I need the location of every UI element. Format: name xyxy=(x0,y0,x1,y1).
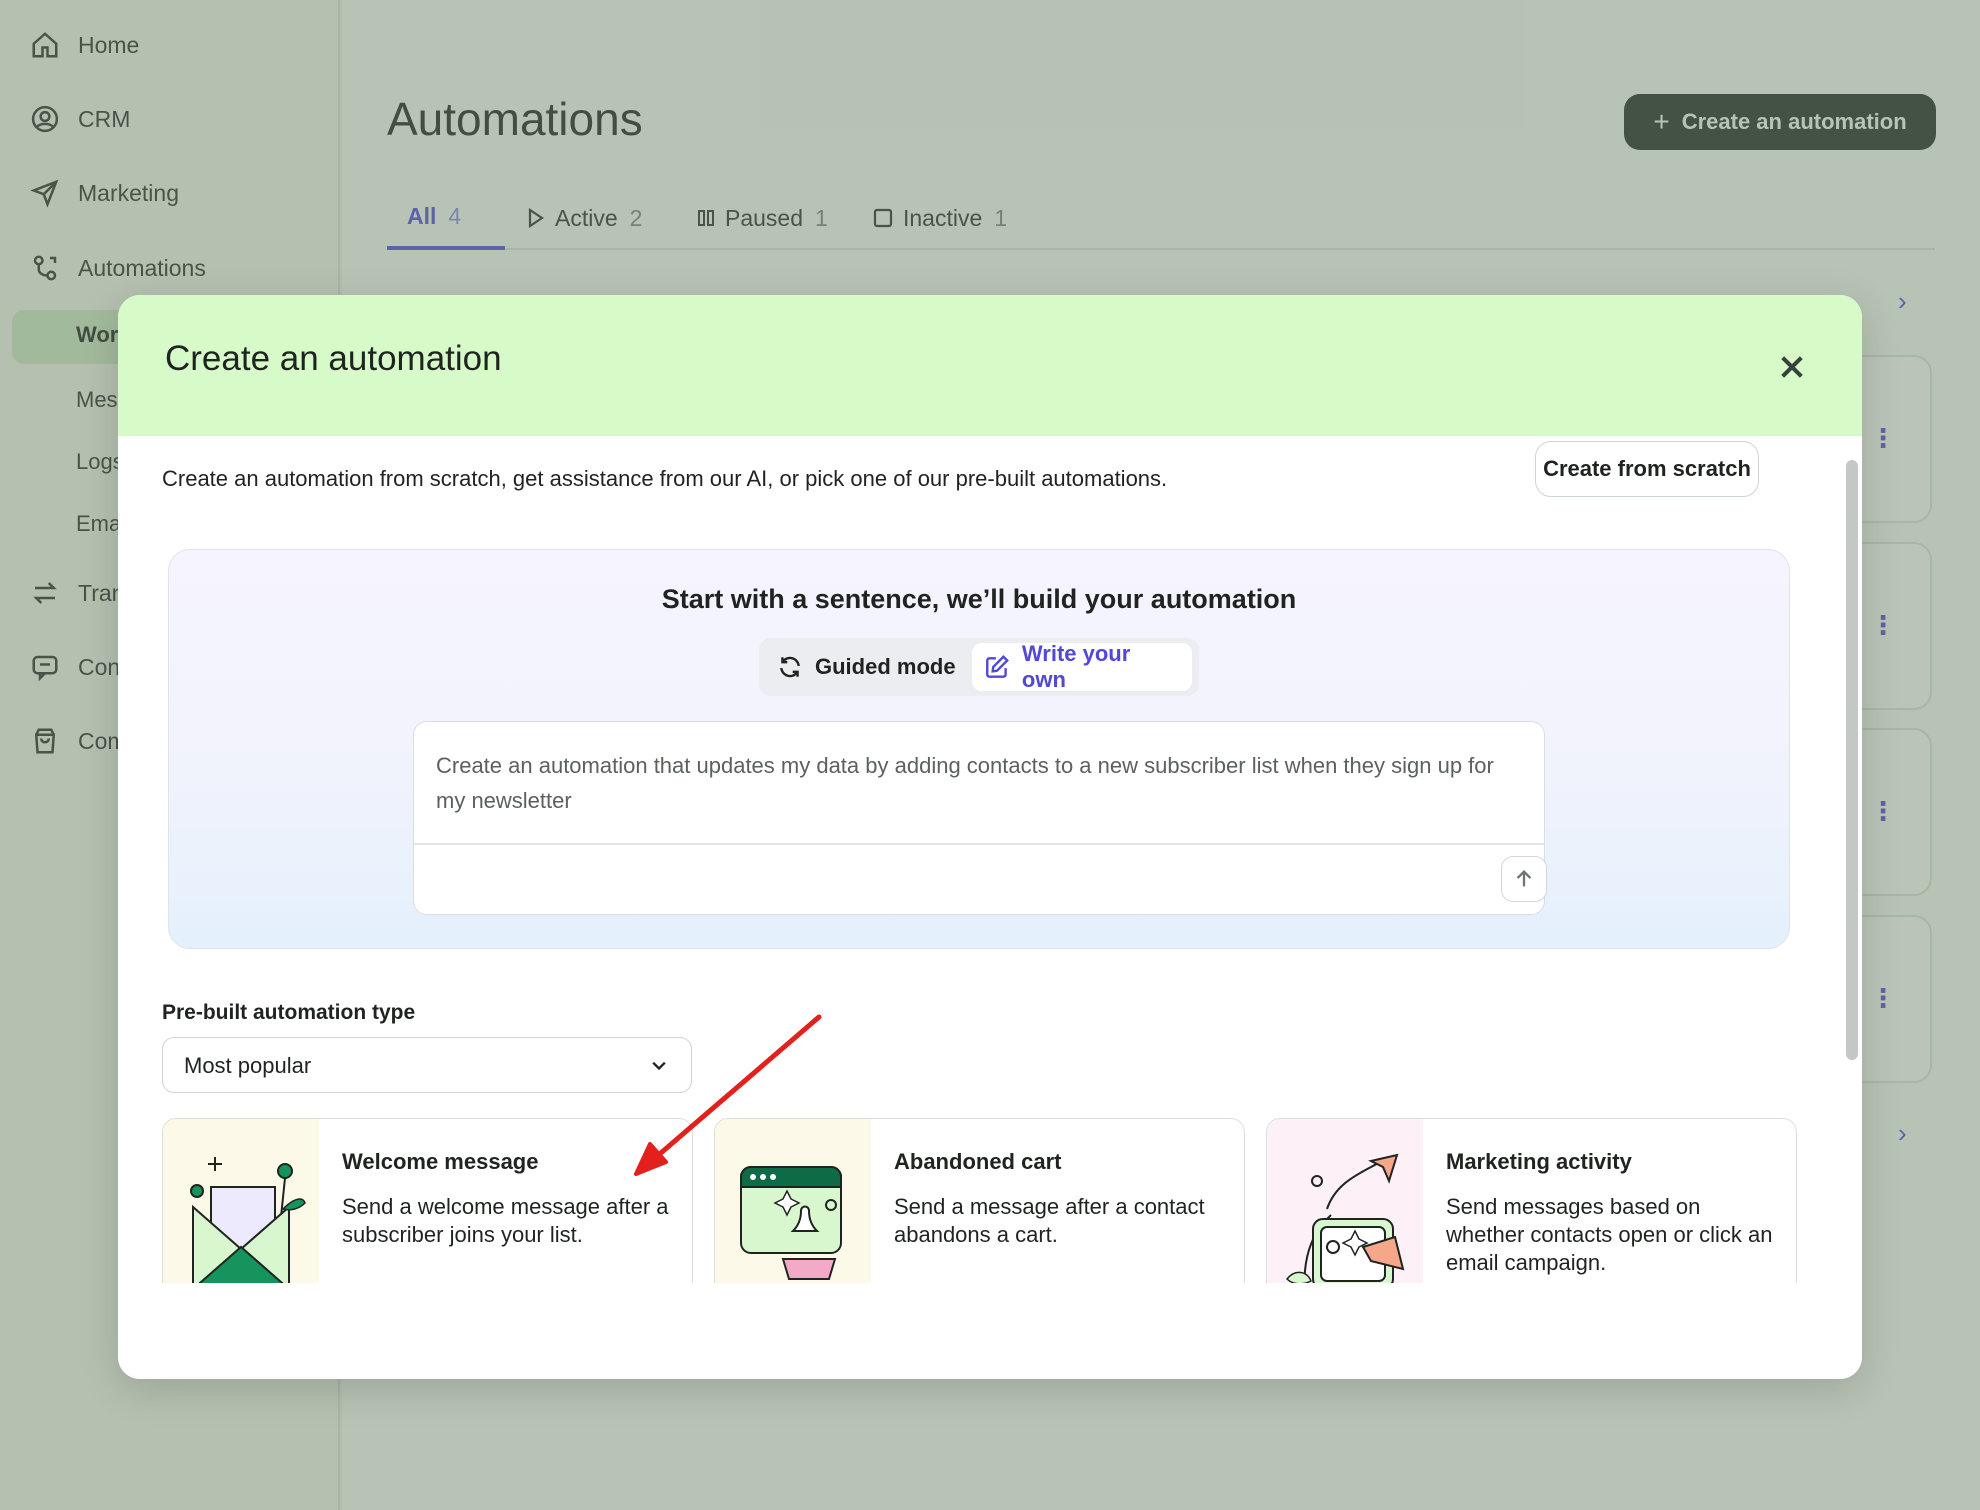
card-description: Send messages based on whether contacts … xyxy=(1446,1194,1773,1275)
card-title: Welcome message xyxy=(342,1149,539,1174)
megaphone-illustration xyxy=(1267,1119,1423,1283)
modal-header: Create an automation xyxy=(118,295,1862,436)
ai-panel-title: Start with a sentence, we’ll build your … xyxy=(661,584,1297,614)
modal-footer xyxy=(118,1283,1862,1379)
modal-body: Create an automation from scratch, get a… xyxy=(118,436,1862,1283)
welcome-message-card[interactable]: Welcome message Send a welcome message a… xyxy=(162,1118,693,1283)
guided-mode-label: Guided mode xyxy=(815,654,956,679)
create-automation-modal: Create an automation Create an automatio… xyxy=(118,295,1862,1379)
card-title: Abandoned cart xyxy=(894,1149,1062,1174)
card-description: Send a message after a contact abandons … xyxy=(894,1194,1205,1247)
marketing-activity-card[interactable]: Marketing activity Send messages based o… xyxy=(1266,1118,1797,1283)
create-from-scratch-button[interactable]: Create from scratch xyxy=(1535,441,1759,497)
ai-prompt-box[interactable]: Create an automation that updates my dat… xyxy=(413,721,1547,915)
modal-title: Create an automation xyxy=(165,339,502,378)
modal-intro-text: Create an automation from scratch, get a… xyxy=(162,466,1168,491)
scrollbar[interactable] xyxy=(1846,460,1858,1060)
guided-mode-option[interactable]: Guided mode xyxy=(765,643,968,691)
card-title: Marketing activity xyxy=(1446,1149,1632,1174)
chevron-down-icon xyxy=(652,1061,666,1071)
cart-bell-illustration xyxy=(715,1119,871,1283)
ai-builder-panel: Start with a sentence, we’ll build your … xyxy=(168,549,1790,949)
mode-toggle: Guided mode Write your own xyxy=(759,638,1199,696)
prebuilt-type-select[interactable]: Most popular xyxy=(162,1037,692,1093)
submit-prompt-button[interactable] xyxy=(1501,856,1547,902)
ai-prompt-input[interactable]: Create an automation that updates my dat… xyxy=(436,748,1496,818)
close-button[interactable] xyxy=(1770,345,1814,389)
prompt-divider xyxy=(414,843,1544,845)
arrow-up-icon xyxy=(1516,870,1532,887)
write-your-own-label: Write your own xyxy=(1021,641,1131,692)
refresh-icon xyxy=(780,656,800,678)
prebuilt-type-value: Most popular xyxy=(184,1053,312,1078)
abandoned-cart-card[interactable]: Abandoned cart Send a message after a co… xyxy=(714,1118,1245,1283)
prebuilt-type-label: Pre-built automation type xyxy=(162,1001,416,1024)
write-your-own-option[interactable]: Write your own xyxy=(972,641,1192,692)
card-description: Send a welcome message after a subscribe… xyxy=(342,1194,669,1247)
close-icon xyxy=(1781,356,1803,378)
edit-icon xyxy=(986,655,1009,678)
envelope-illustration xyxy=(163,1119,319,1283)
